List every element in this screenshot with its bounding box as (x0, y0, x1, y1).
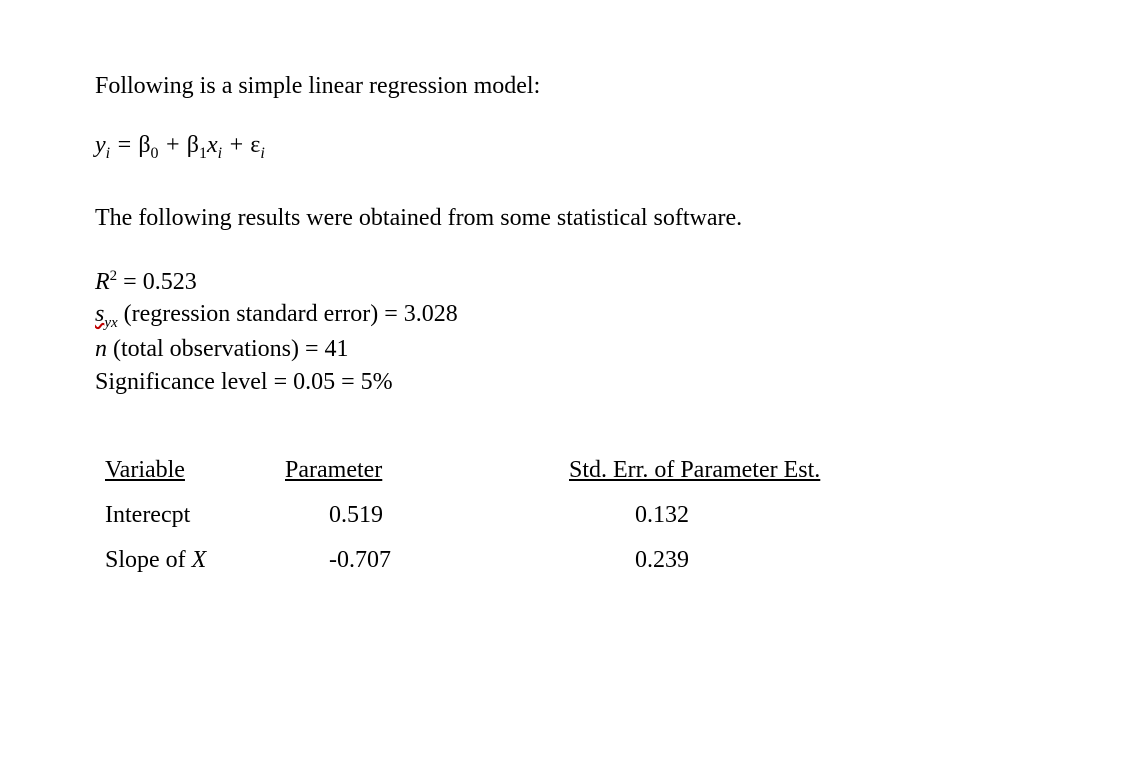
n-value: (total observations) = 41 (107, 336, 349, 362)
table-row: Slope of X -0.707 0.239 (105, 543, 955, 578)
slope-label-pre: Slope of (105, 547, 192, 573)
syx-line: syx (regression standard error) = 3.028 (95, 298, 1056, 333)
eq-y: y (95, 132, 106, 158)
eq-beta0-sub: 0 (151, 144, 159, 161)
intro-text: Following is a simple linear regression … (95, 70, 1056, 104)
table-header-row: Variable Parameter Std. Err. of Paramete… (105, 453, 955, 488)
eq-plus1: + (159, 132, 187, 158)
eq-eps: ε (250, 132, 260, 158)
eq-plus2: + (222, 132, 250, 158)
syx-symbol: syx (95, 301, 118, 327)
var-slope: Slope of X (105, 543, 285, 578)
n-line: n (total observations) = 41 (95, 333, 1056, 365)
eq-equals: = (110, 132, 138, 158)
parameter-table: Variable Parameter Std. Err. of Paramete… (105, 443, 955, 588)
eq-x: x (207, 132, 218, 158)
var-intercept: Interecpt (105, 498, 285, 533)
statistics-block: R2 = 0.523 syx (regression standard erro… (95, 266, 1056, 398)
syx-value: (regression standard error) = 3.028 (118, 301, 458, 327)
slope-label-x: X (192, 547, 207, 573)
r-squared-line: R2 = 0.523 (95, 266, 1056, 298)
header-parameter: Parameter (285, 453, 569, 488)
eq-eps-sub: i (260, 144, 264, 161)
significance-line: Significance level = 0.05 = 5% (95, 366, 1056, 398)
eq-beta1-sub: 1 (199, 144, 207, 161)
eq-beta1: β (187, 132, 199, 158)
param-intercept: 0.519 (285, 498, 569, 533)
results-intro: The following results were obtained from… (95, 202, 1056, 236)
se-intercept: 0.132 (569, 498, 955, 533)
header-stderr: Std. Err. of Parameter Est. (569, 453, 955, 488)
eq-beta0: β (138, 132, 150, 158)
r-value: = 0.523 (117, 269, 197, 295)
header-variable: Variable (105, 453, 285, 488)
table-row: Interecpt 0.519 0.132 (105, 498, 955, 533)
regression-equation: yi = β0 + β1xi + εi (95, 132, 1056, 163)
se-slope: 0.239 (569, 543, 955, 578)
n-label: n (95, 336, 107, 362)
r-label: R (95, 269, 110, 295)
param-slope: -0.707 (285, 543, 569, 578)
